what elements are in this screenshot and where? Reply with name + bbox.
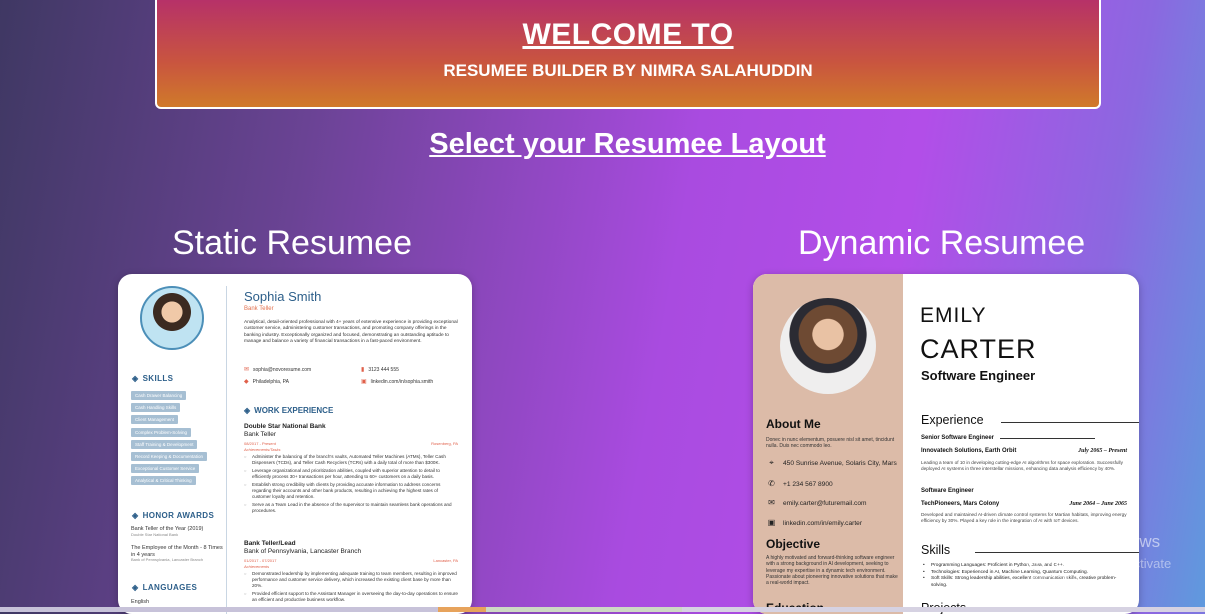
list-item: Serve as a Team Lead in the absence of t… [244,502,458,514]
experience-company: July 2065 – Present Innovatech Solutions,… [921,448,1127,454]
diamond-icon: ◈ [132,374,139,383]
honor-item: Bank Teller of the Year (2019) Double St… [131,526,204,537]
location-pin-icon: ⌖ [769,458,774,467]
envelope-icon: ✉ [244,367,250,373]
dynamic-sidebar: About Me Donec in nunc elementum, posuer… [753,274,903,614]
about-text: Donec in nunc elementum, posuere nisl si… [766,437,895,450]
first-name: EMILY [920,304,987,327]
diamond-icon: ◈ [132,511,139,520]
strip-segment [438,607,486,612]
linkedin-icon: ▣ [361,379,367,385]
skill-tag: Record Keeping & Documentation [131,451,208,461]
banner-title: WELCOME TO [522,18,734,51]
skill-tag: Cash Handling Skills [131,403,181,413]
select-layout-heading: Select your Resumee Layout [429,128,826,160]
about-heading: About Me [766,417,821,431]
objective-heading: Objective [766,537,821,551]
job-meta: Lancaster, PA 01/2017 - 07/2017 [244,558,458,563]
section-rule [975,552,1139,553]
phone-icon: ▮ [361,367,365,373]
linkedin-icon: ▣ [767,518,776,527]
skills-heading: Skills [921,543,951,557]
activate-windows-hint: Go to Settings to activate Windows. [1026,556,1172,586]
job-company: Bank of Pennsylvania, Lancaster Branch [244,548,362,555]
job-bullets: Administer the balancing of the branch's… [244,454,458,516]
skill-tag: Complex Problem-Solving [131,427,192,437]
diamond-icon: ◈ [244,406,251,415]
strip-segment [0,607,438,612]
sidebar-divider [226,286,227,614]
envelope-icon: ✉ [768,498,775,507]
contact-email: ✉ sophia@novoresume.com [244,367,312,373]
contact-location: ◆ Philadelphia, PA [244,379,289,385]
location-pin-icon: ◆ [244,379,249,385]
resume-role: Bank Teller [244,306,274,312]
contact-linkedin: ▣ linkedin.com/in/sophia.smith [361,379,434,385]
language-item: English [131,599,150,605]
job-achievements-label: Achievements/Tasks [244,447,281,452]
list-item: Leverage organizational and prioritizati… [244,468,458,480]
contact-phone: ✆ +1 234 567 8900 [766,479,898,488]
dynamic-resume-label: Dynamic Resumee [798,224,1086,262]
skills-list: Cash Drawer Balancing Cash Handling Skil… [131,391,221,489]
skill-tag: Cash Drawer Balancing [131,391,187,400]
resume-name: Sophia Smith [244,289,322,304]
experience-desc: Leading a team of 10 in developing cutti… [921,460,1123,471]
experience-desc: Developed and maintained AI-driven clima… [921,512,1127,523]
skill-tag: Client Management [131,415,179,425]
job-title: Software Engineer [921,368,1036,383]
job-role: Bank Teller/Lead [244,540,296,547]
banner-subtitle: RESUMEE BUILDER BY NIMRA SALAHUDDIN [443,61,813,80]
job-meta: Rosenberg, PA 08/2017 - Present [244,441,458,446]
strip-segment [486,607,682,612]
honor-item: The Employee of the Month - 8 Times in 4… [131,545,223,563]
list-item: Establish strong credibility with client… [244,482,458,500]
section-rule [1001,422,1139,423]
static-resume-card[interactable]: ◈ SKILLS Cash Drawer Balancing Cash Handl… [118,274,472,614]
list-item: Administer the balancing of the branch's… [244,454,458,466]
job-achievements-label: Achievements [244,564,270,569]
section-rule [1000,438,1095,439]
strip-segment [682,607,1205,612]
contact-linkedin: ▣ linkedin.com/in/emily.carter [767,518,863,527]
static-sidebar: ◈ SKILLS Cash Drawer Balancing Cash Handl… [118,274,226,614]
bottom-strip [0,607,1205,612]
profile-photo [780,298,876,394]
contact-address: ⌖ 450 Sunrise Avenue, Solaris City, Mars [766,458,898,468]
last-name: CARTER [920,334,1037,364]
languages-heading: ◈ LANGUAGES [132,583,198,592]
resume-summary: Analytical, detail-oriented professional… [244,320,458,345]
job-role: Bank Teller [244,431,277,438]
profile-photo [140,286,204,350]
skill-tag: Analytical & Critical Thinking [131,476,196,486]
experience-heading: Experience [921,413,984,427]
skill-tag: Exceptional Customer Service [131,464,200,474]
list-item: Demonstrated leadership by implementing … [244,571,458,589]
job-company: Double Star National Bank [244,423,326,430]
phone-icon: ✆ [768,479,775,488]
objective-text: A highly motivated and forward-thinking … [766,555,898,586]
honor-awards-heading: ◈ HONOR AWARDS [132,511,215,520]
experience-title: Software Engineer [921,488,974,494]
contact-email: ✉ emily.carter@futuremail.com [766,498,898,507]
skills-heading: ◈ SKILLS [132,374,174,383]
work-experience-heading: ◈ WORK EXPERIENCE [244,406,334,415]
skill-tag: Staff Training & Development [131,439,198,449]
job-bullets: Demonstrated leadership by implementing … [244,571,458,605]
welcome-banner: WELCOME TO RESUMEE BUILDER BY NIMRA SALA… [155,0,1101,109]
contact-phone: ▮ 3123 444 555 [361,367,399,373]
list-item: Provided efficient support to the Assist… [244,591,458,603]
static-resume-label: Static Resumee [172,224,412,262]
activate-windows-watermark: Activate Windows [1026,532,1161,551]
experience-company: June 2064 – June 2065 TechPioneers, Mars … [921,501,1127,507]
diamond-icon: ◈ [132,583,139,592]
